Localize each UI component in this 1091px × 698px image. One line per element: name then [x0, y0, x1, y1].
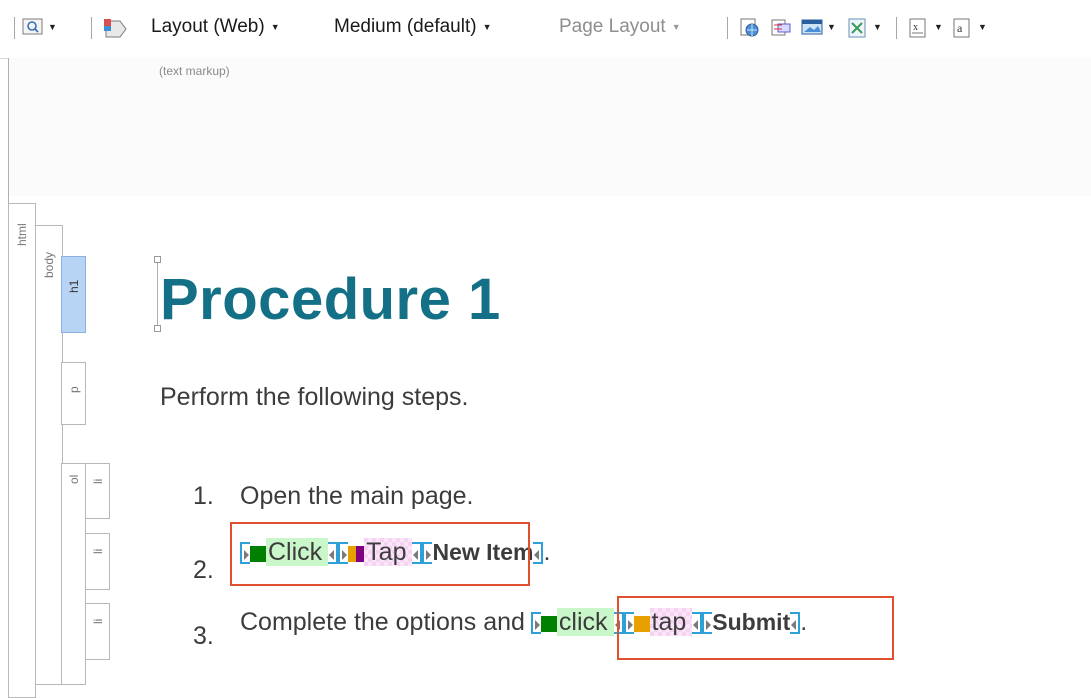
- medium-dropdown[interactable]: Medium (default) ▼: [334, 14, 491, 40]
- text-format-button[interactable]: a ▼: [952, 14, 987, 40]
- structure-bar-h1-label: h1: [67, 279, 81, 293]
- toolbar-separator: [896, 17, 897, 39]
- text-markup-caption: (text markup): [159, 64, 230, 78]
- svg-text:a: a: [957, 21, 963, 35]
- layout-dropdown-label: Layout (Web): [151, 16, 265, 37]
- highlight-box: [617, 596, 894, 660]
- heading-selection-marker[interactable]: [154, 256, 161, 332]
- magnifier-icon: [22, 17, 43, 37]
- structure-bar-p[interactable]: p: [61, 362, 86, 425]
- structure-bar-html-label: html: [15, 223, 29, 246]
- condition-marker-green: [540, 616, 557, 632]
- list-number: 1.: [193, 482, 214, 510]
- condition-tags-button[interactable]: [100, 14, 130, 40]
- structure-bar-li-label: li: [91, 618, 105, 624]
- medium-dropdown-label: Medium (default): [334, 16, 477, 37]
- text-a-icon: a: [952, 17, 972, 38]
- markers-button[interactable]: ▼: [847, 14, 882, 40]
- structure-bar-ol[interactable]: ol: [61, 463, 86, 685]
- image-options-button[interactable]: ▼: [801, 14, 836, 40]
- variables-button[interactable]: x ▼: [908, 14, 943, 40]
- text-markup-area: [9, 58, 1091, 196]
- sentence-end: .: [543, 538, 551, 566]
- page-layout-dropdown[interactable]: Page Layout ▼: [559, 14, 681, 40]
- structure-bar-ol-label: ol: [67, 474, 81, 484]
- chevron-down-icon[interactable]: ▼: [827, 22, 836, 32]
- structure-bar-body[interactable]: body: [35, 225, 63, 685]
- step-text: Complete the options and: [240, 608, 525, 636]
- preview-button[interactable]: [739, 14, 759, 40]
- chevron-down-icon[interactable]: ▼: [934, 22, 943, 32]
- structure-bar-p-label: p: [67, 386, 81, 393]
- structure-bar-html[interactable]: html: [8, 203, 36, 698]
- chevron-down-icon[interactable]: ▼: [978, 22, 987, 32]
- toolbar-separator: [727, 17, 728, 39]
- toolbar-separator: [91, 17, 92, 39]
- page-layout-dropdown-label: Page Layout: [559, 16, 666, 37]
- chevron-down-icon[interactable]: ▼: [48, 22, 57, 32]
- chevron-down-icon: ▼: [270, 22, 280, 32]
- intro-paragraph[interactable]: Perform the following steps.: [160, 383, 468, 412]
- structure-bar-li-label: li: [91, 548, 105, 554]
- structure-bar-li-3[interactable]: li: [85, 603, 110, 660]
- click-text[interactable]: click: [556, 608, 614, 636]
- toolbar: ▼ Layout (Web) ▼ Medium (default) ▼ Page…: [0, 0, 1091, 59]
- list-number: 3.: [193, 622, 214, 650]
- structure-bar-li-1[interactable]: li: [85, 463, 110, 519]
- tag-open-marker[interactable]: [530, 612, 541, 634]
- condition-tag-icon: [100, 17, 130, 38]
- highlight-box: [230, 522, 530, 586]
- markers-icon: [847, 17, 867, 38]
- page-title[interactable]: Procedure 1: [160, 266, 501, 333]
- chevron-down-icon: ▼: [482, 22, 492, 32]
- structure-bar-h1[interactable]: h1: [61, 256, 86, 333]
- variable-icon: x: [908, 17, 928, 38]
- layout-dropdown[interactable]: Layout (Web) ▼: [151, 14, 280, 40]
- chevron-down-icon[interactable]: ▼: [873, 22, 882, 32]
- toolbar-separator: [14, 17, 15, 39]
- structure-bar-li-label: li: [91, 478, 105, 484]
- image-icon: [801, 17, 823, 37]
- view-button[interactable]: ▼: [22, 14, 57, 40]
- list-item[interactable]: Open the main page.: [240, 482, 474, 511]
- svg-text:x: x: [913, 22, 918, 33]
- structure-bar-body-label: body: [42, 251, 56, 278]
- chevron-down-icon: ▼: [671, 22, 681, 32]
- show-tracked-changes-button[interactable]: [770, 14, 791, 40]
- structure-bar-li-2[interactable]: li: [85, 533, 110, 590]
- list-number: 2.: [193, 556, 214, 584]
- globe-preview-icon: [739, 17, 759, 37]
- tracked-changes-icon: [770, 17, 791, 37]
- tag-close-marker[interactable]: [533, 542, 544, 564]
